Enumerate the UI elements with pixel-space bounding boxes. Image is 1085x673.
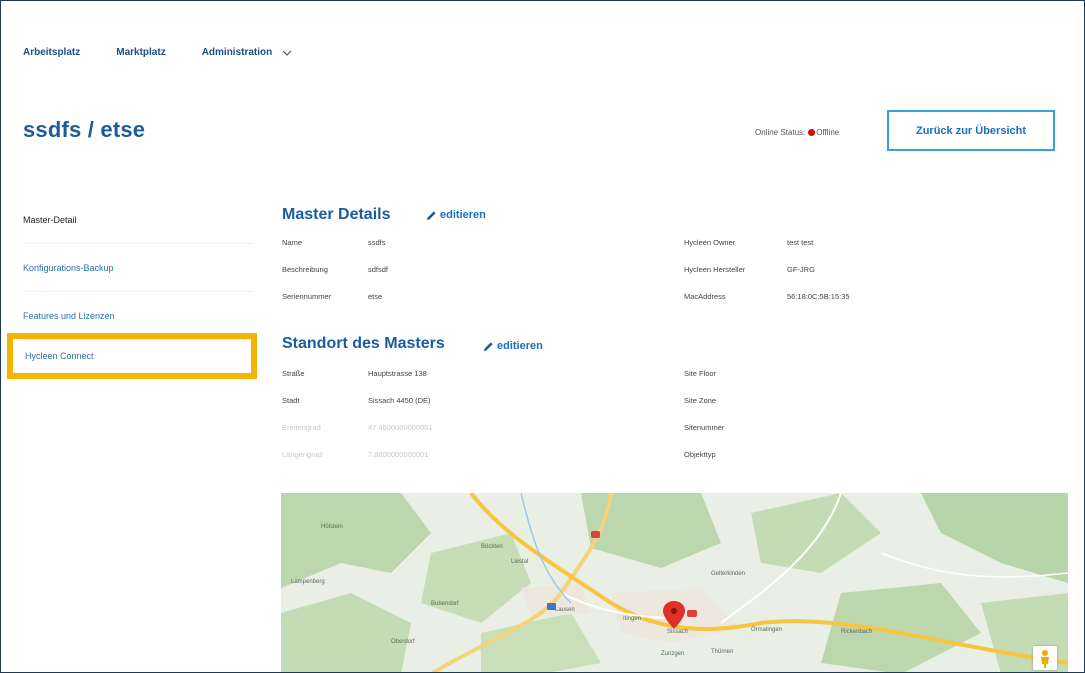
map-label: Lausen (555, 607, 575, 613)
edit-label: editieren (440, 209, 486, 221)
field-label-street: Straße (282, 369, 305, 378)
map-label: Zunzgen (661, 651, 684, 657)
sidebar-item-config-backup[interactable]: Konfigurations-Backup (23, 244, 253, 292)
field-label-latitude: Breitengrad (282, 423, 321, 432)
nav-administration[interactable]: Administration (202, 47, 293, 58)
map-label: Oberdorf (391, 639, 415, 645)
field-value-owner: test test (787, 238, 814, 247)
map-label: Böckten (481, 544, 503, 550)
nav-administration-label: Administration (201, 47, 273, 58)
map-label: Sissach (667, 629, 688, 635)
nav-marktplatz[interactable]: Marktplatz (116, 47, 165, 58)
nav-arbeitsplatz[interactable]: Arbeitsplatz (23, 47, 80, 58)
map-label: Bubendorf (431, 601, 459, 607)
location-title: Standort des Masters (282, 335, 445, 352)
map-label: Itingen (623, 616, 641, 622)
field-value-description: sdfsdf (368, 265, 389, 274)
map-label: Thürnen (711, 649, 733, 655)
field-label-city: Stadt (282, 396, 300, 405)
status-value: Offline (816, 128, 840, 137)
field-value-mac: 56:18:0C:5B:15:35 (787, 292, 850, 301)
page-title: ssdfs / etse (23, 117, 146, 142)
sidebar: Master-Detail Konfigurations-Backup Feat… (23, 196, 253, 340)
field-label-description: Beschreibung (282, 265, 328, 274)
field-value-city: Sissach 4450 (DE) (368, 396, 431, 405)
master-details-title: Master Details (282, 206, 391, 223)
field-label-site-number: Sitenummer (684, 423, 725, 432)
map-canvas: Lausen Sissach Itingen Zunzgen Liestal B… (281, 493, 1068, 672)
field-label-mac: MacAddress (684, 292, 726, 301)
field-label-site-zone: Site Zone (684, 396, 717, 405)
map-label: Hölstein (321, 524, 343, 530)
edit-location-link[interactable]: editieren (483, 340, 543, 352)
sidebar-item-label: Features und Lizenzen (23, 310, 115, 321)
location-map[interactable]: Lausen Sissach Itingen Zunzgen Liestal B… (281, 493, 1068, 672)
app-window: Arbeitsplatz Marktplatz Administration s… (0, 0, 1085, 673)
sidebar-item-master-detail[interactable]: Master-Detail (23, 196, 253, 244)
field-label-name: Name (282, 238, 303, 247)
top-navigation: Arbeitsplatz Marktplatz Administration (23, 47, 292, 58)
street-view-pegman-icon[interactable] (1033, 646, 1057, 670)
pencil-icon (483, 341, 493, 351)
edit-label: editieren (497, 340, 543, 352)
field-label-owner: Hycleen Owner (684, 238, 736, 247)
map-label: Rickenbach (841, 629, 872, 635)
edit-master-details-link[interactable]: editieren (426, 209, 486, 221)
chevron-down-icon (282, 50, 292, 56)
field-value-serial: etse (368, 292, 383, 301)
field-value-latitude: 47.4600000000001 (368, 423, 433, 432)
field-label-serial: Seriennummer (282, 292, 332, 301)
map-label: Ormalingen (751, 627, 782, 633)
field-value-longitude: 7.8800000000001 (368, 450, 429, 459)
field-label-manufacturer: Hycleen Hersteller (684, 265, 746, 274)
status-dot-icon (808, 129, 816, 136)
status-label: Online Status: (755, 128, 806, 137)
field-label-site-floor: Site Floor (684, 369, 717, 378)
sidebar-item-label: Konfigurations-Backup (23, 262, 114, 273)
map-label: Lampenberg (291, 579, 325, 585)
field-value-manufacturer: GF-JRG (787, 265, 815, 274)
field-value-name: ssdfs (368, 238, 386, 247)
map-label: Gelterkinden (711, 571, 745, 577)
pencil-icon (426, 210, 436, 220)
map-label: Liestal (511, 559, 528, 565)
online-status: Online Status: Offline (755, 128, 839, 137)
field-label-longitude: Längengrad (282, 450, 323, 459)
back-to-overview-button[interactable]: Zurück zur Übersicht (887, 110, 1055, 151)
sidebar-item-label: Master-Detail (23, 214, 77, 225)
field-value-street: Hauptstrasse 138 (368, 369, 427, 378)
sidebar-item-hycleen-connect[interactable]: Hycleen Connect (25, 351, 94, 361)
field-label-object-type: Objekttyp (684, 450, 716, 459)
